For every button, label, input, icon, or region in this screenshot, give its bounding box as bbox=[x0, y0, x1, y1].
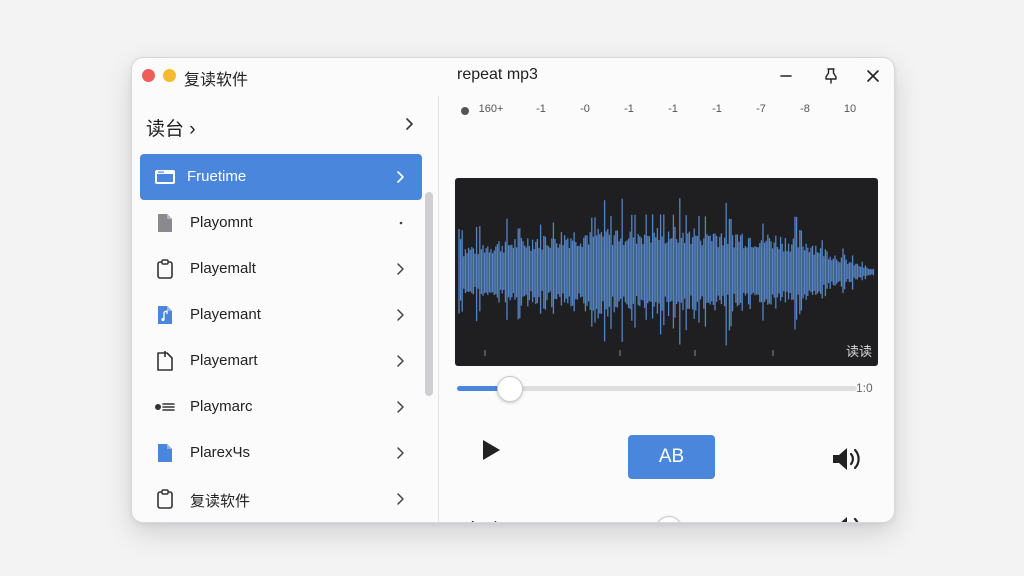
close-window-dot[interactable] bbox=[142, 69, 155, 82]
seek-slider[interactable] bbox=[457, 376, 857, 402]
document-icon bbox=[154, 350, 176, 372]
file-icon bbox=[154, 212, 176, 234]
timeline-tick: -1 bbox=[712, 103, 722, 115]
app-window: 复读软件 repeat mp3 读台 › Fruetime Playomnt P… bbox=[131, 57, 895, 523]
close-button[interactable] bbox=[861, 64, 885, 88]
timeline-ruler[interactable]: 160+ -1 -0 -1 -1 -1 -7 -8 10 bbox=[455, 100, 885, 116]
chevron-right-icon bbox=[397, 493, 404, 505]
window-icon bbox=[154, 166, 176, 188]
close-icon bbox=[867, 70, 879, 82]
sidebar: 读台 › Fruetime Playomnt Playemalt Playema… bbox=[132, 96, 439, 522]
clipboard-icon bbox=[154, 488, 176, 510]
ab-repeat-button[interactable]: AB bbox=[628, 435, 715, 479]
pin-icon bbox=[825, 68, 837, 84]
chevron-right-icon bbox=[397, 447, 404, 459]
sidebar-item-playmarc[interactable]: Playmarc bbox=[140, 384, 422, 430]
speed-thumb[interactable] bbox=[656, 516, 682, 522]
file-icon bbox=[154, 442, 176, 464]
sidebar-item-playomnt[interactable]: Playomnt bbox=[140, 200, 422, 246]
volume-button[interactable] bbox=[830, 444, 864, 474]
minimize-button[interactable] bbox=[774, 64, 798, 88]
speaker-icon bbox=[833, 448, 860, 470]
sidebar-item-playemalt[interactable]: Playemalt bbox=[140, 246, 422, 292]
pin-button[interactable] bbox=[819, 64, 843, 88]
sidebar-header[interactable]: 读台 › bbox=[146, 114, 196, 141]
window-title: repeat mp3 bbox=[457, 66, 538, 83]
volume-button[interactable] bbox=[830, 513, 864, 522]
sidebar-item-fruetime[interactable]: Fruetime bbox=[140, 154, 422, 200]
speaker-icon bbox=[841, 517, 859, 522]
sidebar-item-label: Fruetime bbox=[187, 168, 247, 185]
music-file-icon bbox=[154, 304, 176, 326]
sidebar-item-label: Playomnt bbox=[190, 214, 253, 231]
timeline-tick: -0 bbox=[580, 103, 590, 115]
speed-label: 变速 bbox=[463, 515, 503, 522]
chevron-right-icon bbox=[397, 171, 404, 183]
chevron-right-icon[interactable] bbox=[402, 116, 416, 132]
list-icon bbox=[154, 396, 176, 418]
app-title: 复读软件 bbox=[184, 72, 249, 89]
sidebar-item-label: Playemalt bbox=[190, 260, 256, 277]
sidebar-scrollbar[interactable] bbox=[425, 192, 433, 396]
timeline-tick: -8 bbox=[800, 103, 810, 115]
timeline-tick: -1 bbox=[668, 103, 678, 115]
timeline-tick: 10 bbox=[843, 103, 857, 115]
waveform-display[interactable]: 读读 bbox=[455, 178, 878, 366]
sidebar-item-label: PlarexЧs bbox=[190, 444, 251, 461]
title-bar: 复读软件 repeat mp3 bbox=[132, 58, 894, 96]
waveform-graphic bbox=[458, 198, 875, 356]
sidebar-item-label: Playemart bbox=[190, 352, 258, 369]
playlist: Fruetime Playomnt Playemalt Playemant Pl… bbox=[140, 154, 422, 522]
dot-icon bbox=[399, 221, 403, 225]
sidebar-item-playemant[interactable]: Playemant bbox=[140, 292, 422, 338]
sidebar-item-label: 复读软件 bbox=[190, 493, 251, 510]
clipboard-icon bbox=[154, 258, 176, 280]
waveform-label: 读读 bbox=[845, 344, 872, 359]
minimize-window-dot[interactable] bbox=[163, 69, 176, 82]
seek-time: 1:0 bbox=[856, 381, 873, 395]
timeline-tick: -7 bbox=[756, 103, 766, 115]
minimize-icon bbox=[780, 75, 792, 77]
chevron-right-icon bbox=[397, 309, 404, 321]
sidebar-item-playemart[interactable]: Playemart bbox=[140, 338, 422, 384]
chevron-right-icon bbox=[397, 355, 404, 367]
player-panel: 160+ -1 -0 -1 -1 -1 -7 -8 10 读读 1:0 AB 变… bbox=[439, 96, 894, 522]
play-icon bbox=[483, 440, 500, 460]
sidebar-item-label: Playemant bbox=[190, 306, 261, 323]
chevron-right-icon bbox=[397, 263, 404, 275]
sidebar-item-label: Playmarc bbox=[190, 398, 253, 415]
sidebar-item-repeat-software[interactable]: 复读软件 bbox=[140, 476, 422, 522]
play-button[interactable] bbox=[477, 436, 505, 464]
chevron-right-icon bbox=[397, 401, 404, 413]
sidebar-item-plarexs[interactable]: PlarexЧs bbox=[140, 430, 422, 476]
timeline-tick: -1 bbox=[536, 103, 546, 115]
seek-thumb[interactable] bbox=[497, 376, 523, 402]
timeline-tick: 160+ bbox=[478, 103, 504, 115]
timeline-tick: -1 bbox=[624, 103, 634, 115]
playhead-marker bbox=[461, 107, 469, 115]
